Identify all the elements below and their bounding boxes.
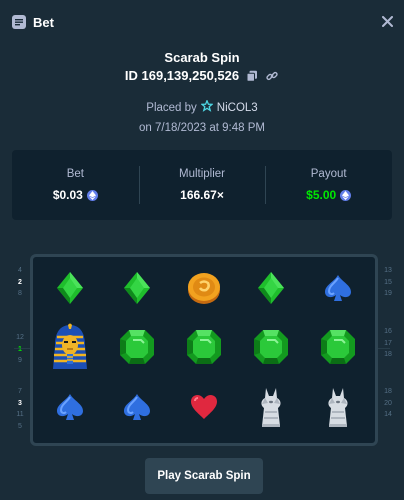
close-icon[interactable] <box>380 14 394 28</box>
stat-multiplier: Multiplier 166.67× <box>138 150 266 220</box>
payline-number: 3 <box>18 399 22 407</box>
reels-frame <box>30 254 378 446</box>
payline-number: 4 <box>18 267 22 274</box>
green-emerald-icon <box>318 327 358 372</box>
payline-number: 19 <box>384 290 392 297</box>
stat-payout: Payout $5.00 <box>265 150 392 220</box>
reel-cell <box>37 261 104 320</box>
placed-by: Placed by NiCOL3 <box>0 99 404 115</box>
reel-cell <box>37 380 104 439</box>
ethereum-icon <box>340 189 352 201</box>
green-emerald-icon <box>184 327 224 372</box>
game-name: Scarab Spin <box>164 50 240 65</box>
payline-number: 15 <box>384 278 392 286</box>
reel-cell <box>237 320 304 379</box>
stat-multiplier-value: 166.67× <box>180 188 224 202</box>
reels-grid <box>37 261 371 439</box>
ethereum-icon <box>86 189 98 201</box>
payline-number: 20 <box>384 399 392 407</box>
blue-spade-icon <box>322 272 354 309</box>
blue-spade-icon <box>121 391 153 428</box>
payline-numbers-right-bottom: 18 20 14 <box>382 386 394 421</box>
stat-payout-value: $5.00 <box>306 188 337 202</box>
payline-number: 5 <box>18 422 22 430</box>
play-game-button[interactable]: Play Scarab Spin <box>145 458 263 494</box>
payline-numbers-left-bottom: 7 3 11 5 <box>14 386 26 432</box>
bet-slip-icon <box>12 15 26 29</box>
reel-cell <box>237 380 304 439</box>
anubis-statue-icon <box>256 386 286 433</box>
link-icon[interactable] <box>265 69 279 83</box>
stat-bet-value: $0.03 <box>52 188 83 202</box>
reel-cell <box>304 261 371 320</box>
payline-number: 16 <box>384 328 392 335</box>
placed-on-date: on 7/18/2023 at 9:48 PM <box>139 122 265 134</box>
payline-numbers-right-mid: 16 17 18 <box>382 326 394 361</box>
modal-title: Bet <box>33 14 54 30</box>
reel-cell <box>304 380 371 439</box>
green-emerald-icon <box>251 327 291 372</box>
copy-icon[interactable] <box>245 69 259 83</box>
blue-spade-icon <box>54 391 86 428</box>
payline-number: 14 <box>384 411 392 418</box>
stat-bet: Bet $0.03 <box>12 150 139 220</box>
gold-coin-icon <box>185 269 223 312</box>
payline-number: 18 <box>384 351 392 358</box>
placed-by-label: Placed by <box>146 101 197 114</box>
payline-number: 12 <box>16 334 24 341</box>
payline-number: 11 <box>16 411 24 418</box>
payline-number: 2 <box>18 278 22 286</box>
payline-numbers-left-mid: 12 1 9 <box>14 332 26 367</box>
reel-cell <box>237 261 304 320</box>
stat-bet-value-row: $0.03 <box>53 188 98 202</box>
reel-cell <box>304 320 371 379</box>
payline-number: 18 <box>384 388 392 395</box>
red-heart-icon <box>189 393 219 426</box>
payline-number: 13 <box>384 267 392 274</box>
payline-number: 9 <box>18 357 22 364</box>
reel-cell <box>171 261 238 320</box>
reel-cell <box>37 320 104 379</box>
payline-number: 8 <box>18 290 22 297</box>
green-emerald-icon <box>117 327 157 372</box>
payline-numbers-right-top: 13 15 19 <box>382 265 394 300</box>
reel-cell <box>171 320 238 379</box>
payline-numbers-left-top: 4 2 8 <box>14 265 26 300</box>
pharaoh-icon <box>51 323 89 376</box>
reel-cell <box>171 380 238 439</box>
payline-number: 7 <box>18 388 22 395</box>
bet-id: ID 169,139,250,526 <box>124 68 240 83</box>
anubis-statue-icon <box>323 386 353 433</box>
bet-stats-panel: Bet $0.03 Multiplier 166.67× Payout $5.0… <box>12 150 392 220</box>
stat-multiplier-label: Multiplier <box>179 168 226 180</box>
green-diamond-icon <box>256 270 286 311</box>
bet-id-row: ID 169,139,250,526 <box>0 68 404 83</box>
stat-bet-label: Bet <box>66 168 84 180</box>
payline-number-active: 1 <box>18 345 22 353</box>
stat-payout-value-row: $5.00 <box>306 188 352 202</box>
vip-star-icon <box>200 99 214 115</box>
stat-payout-label: Payout <box>310 168 347 180</box>
green-diamond-icon <box>122 270 152 311</box>
reel-cell <box>104 261 171 320</box>
reel-cell <box>104 320 171 379</box>
reel-cell <box>104 380 171 439</box>
username-link[interactable]: NiCOL3 <box>217 102 258 114</box>
green-diamond-icon <box>55 270 85 311</box>
modal-header: Bet <box>0 0 404 44</box>
